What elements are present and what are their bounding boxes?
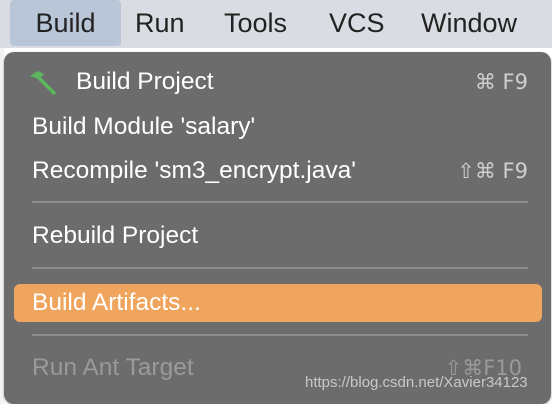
menu-item-label: Recompile 'sm3_encrypt.java' [32, 157, 356, 184]
menu-run[interactable]: Run [135, 0, 185, 46]
menu-separator [32, 201, 528, 203]
build-menu-dropdown: Build Project ⌘ F9 Build Module 'salary'… [4, 52, 551, 404]
menu-item-rebuild-project[interactable]: Rebuild Project [14, 219, 542, 253]
hammer-icon [30, 71, 56, 95]
shortcut-text: ⇧⌘ F9 [457, 159, 528, 183]
menu-window[interactable]: Window [421, 0, 517, 46]
menu-item-build-module[interactable]: Build Module 'salary' [14, 110, 542, 144]
menu-item-recompile[interactable]: Recompile 'sm3_encrypt.java' ⇧⌘ F9 [14, 154, 542, 188]
menu-separator [32, 334, 528, 336]
menu-item-build-project[interactable]: Build Project ⌘ F9 [14, 65, 542, 99]
menu-item-label: Build Artifacts... [32, 289, 201, 316]
menu-item-build-artifacts[interactable]: Build Artifacts... [14, 284, 542, 322]
menu-item-label: Rebuild Project [32, 222, 199, 249]
menu-tools[interactable]: Tools [224, 0, 287, 46]
menu-item-label: Run Ant Target [32, 354, 194, 381]
watermark-text: https://blog.csdn.net/Xavier34123 [305, 374, 528, 391]
menu-separator [32, 267, 528, 269]
shortcut-text: ⌘ F9 [474, 70, 528, 94]
menu-bar: Build Run Tools VCS Window [0, 0, 552, 48]
menu-build[interactable]: Build [10, 0, 121, 46]
menu-vcs[interactable]: VCS [329, 0, 385, 46]
menu-item-label: Build Project [76, 68, 214, 95]
menu-item-label: Build Module 'salary' [32, 113, 256, 140]
